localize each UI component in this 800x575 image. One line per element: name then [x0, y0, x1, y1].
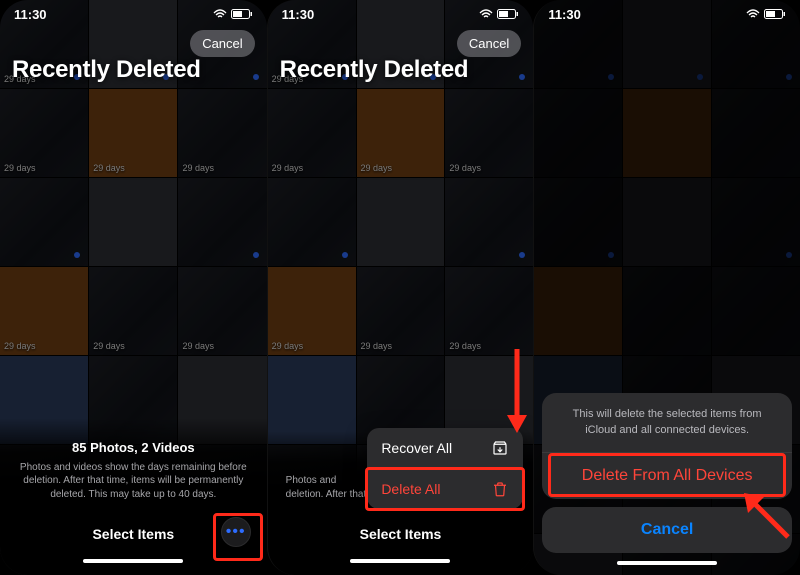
- select-items-button[interactable]: Select Items: [92, 526, 174, 542]
- status-time: 11:30: [282, 7, 315, 22]
- panel-3: 11:30 This will delete the selected item…: [533, 0, 800, 575]
- wifi-icon: [746, 9, 760, 19]
- highlight-box: [365, 467, 525, 511]
- home-indicator: [83, 559, 183, 563]
- status-indicators: [213, 9, 253, 20]
- status-bar: 11:30: [268, 0, 534, 28]
- panel-1: 29 days 29 days 29 days 29 days 29 days …: [0, 0, 267, 575]
- battery-icon: [497, 9, 519, 20]
- battery-icon: [231, 9, 253, 20]
- status-bar: 11:30: [0, 0, 267, 28]
- status-indicators: [479, 9, 519, 20]
- status-time: 11:30: [548, 7, 581, 22]
- page-title: Recently Deleted: [12, 56, 201, 84]
- select-items-button[interactable]: Select Items: [360, 526, 442, 542]
- cancel-button[interactable]: Cancel: [457, 30, 521, 57]
- highlight-box: [548, 453, 786, 497]
- cancel-button[interactable]: Cancel: [190, 30, 254, 57]
- recover-icon: [491, 439, 509, 457]
- home-indicator: [617, 561, 717, 565]
- page-title: Recently Deleted: [280, 56, 469, 84]
- home-indicator: [350, 559, 450, 563]
- status-bar: 11:30: [534, 0, 800, 28]
- highlight-box: [213, 513, 263, 561]
- panel-2: 29 days 29 days 29 days 29 days 29 days …: [267, 0, 534, 575]
- status-time: 11:30: [14, 7, 47, 22]
- status-indicators: [746, 9, 786, 20]
- menu-item-recover-all[interactable]: Recover All: [367, 428, 523, 468]
- menu-item-label: Recover All: [381, 440, 452, 456]
- battery-icon: [764, 9, 786, 20]
- wifi-icon: [213, 9, 227, 19]
- deletion-note: Photos and videos show the days remainin…: [12, 461, 255, 502]
- sheet-message: This will delete the selected items from…: [542, 393, 792, 453]
- item-count: 85 Photos, 2 Videos: [12, 440, 255, 455]
- wifi-icon: [479, 9, 493, 19]
- sheet-cancel-button[interactable]: Cancel: [542, 507, 792, 553]
